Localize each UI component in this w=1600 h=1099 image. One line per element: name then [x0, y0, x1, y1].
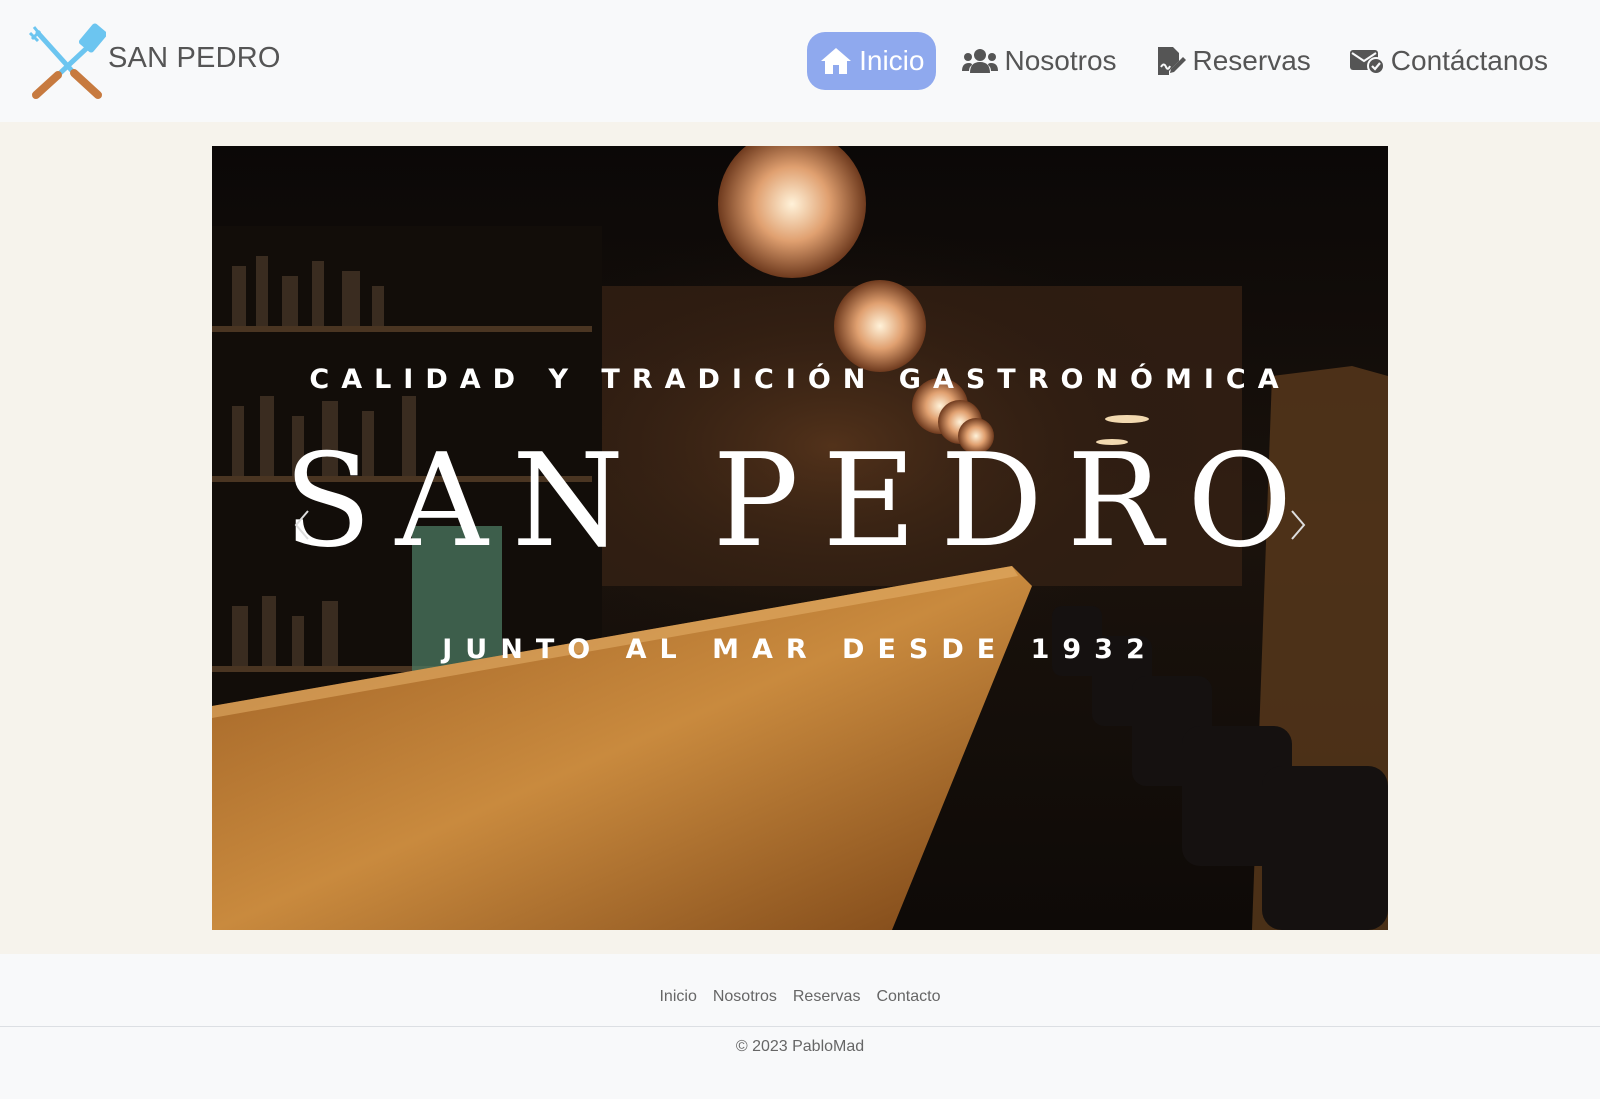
home-icon	[819, 46, 853, 76]
nav-label: Contáctanos	[1390, 45, 1548, 76]
footer-divider	[0, 1026, 1600, 1027]
chevron-right-icon	[1291, 510, 1306, 540]
nav-item-contactanos[interactable]: Contáctanos	[1337, 32, 1560, 90]
footer-link-contacto[interactable]: Contacto	[876, 988, 940, 1006]
utensils-crossed-icon	[28, 23, 106, 99]
hero-title: SAN PEDRO	[283, 427, 1317, 576]
footer-nav: Inicio Nosotros Reservas Contacto	[0, 988, 1600, 1006]
footer: Inicio Nosotros Reservas Contacto © 2023…	[0, 954, 1600, 1099]
file-signature-icon	[1155, 45, 1187, 77]
navbar: SAN PEDRO Inicio Nosotros Reservas Contá…	[0, 0, 1600, 122]
nav-label: Reservas	[1192, 45, 1311, 76]
main-nav: Inicio Nosotros Reservas Contáctanos	[807, 32, 1560, 90]
nav-label: Nosotros	[1004, 45, 1117, 76]
carousel-prev-button[interactable]	[282, 500, 322, 550]
carousel-next-button[interactable]	[1278, 500, 1318, 550]
brand-name: SAN PEDRO	[108, 41, 281, 74]
chevron-left-icon	[294, 510, 309, 540]
copyright: © 2023 PabloMad	[735, 1038, 865, 1055]
hero-tagline: CALIDAD Y TRADICIÓN GASTRONÓMICA	[309, 364, 1291, 395]
hero-carousel[interactable]: CALIDAD Y TRADICIÓN GASTRONÓMICA SAN PED…	[212, 146, 1388, 930]
main-content: CALIDAD Y TRADICIÓN GASTRONÓMICA SAN PED…	[0, 122, 1600, 954]
footer-link-inicio[interactable]: Inicio	[659, 988, 696, 1006]
footer-link-nosotros[interactable]: Nosotros	[713, 988, 777, 1006]
brand-link[interactable]: SAN PEDRO	[28, 22, 281, 102]
nav-item-nosotros[interactable]: Nosotros	[950, 32, 1128, 90]
footer-link-reservas[interactable]: Reservas	[793, 988, 861, 1006]
hero-subtitle: JUNTO AL MAR DESDE 1932	[442, 634, 1158, 665]
users-icon	[962, 47, 999, 75]
nav-label: Inicio	[859, 45, 925, 76]
nav-item-reservas[interactable]: Reservas	[1143, 32, 1323, 90]
envelope-check-icon	[1349, 47, 1385, 75]
nav-item-inicio[interactable]: Inicio	[807, 32, 937, 90]
